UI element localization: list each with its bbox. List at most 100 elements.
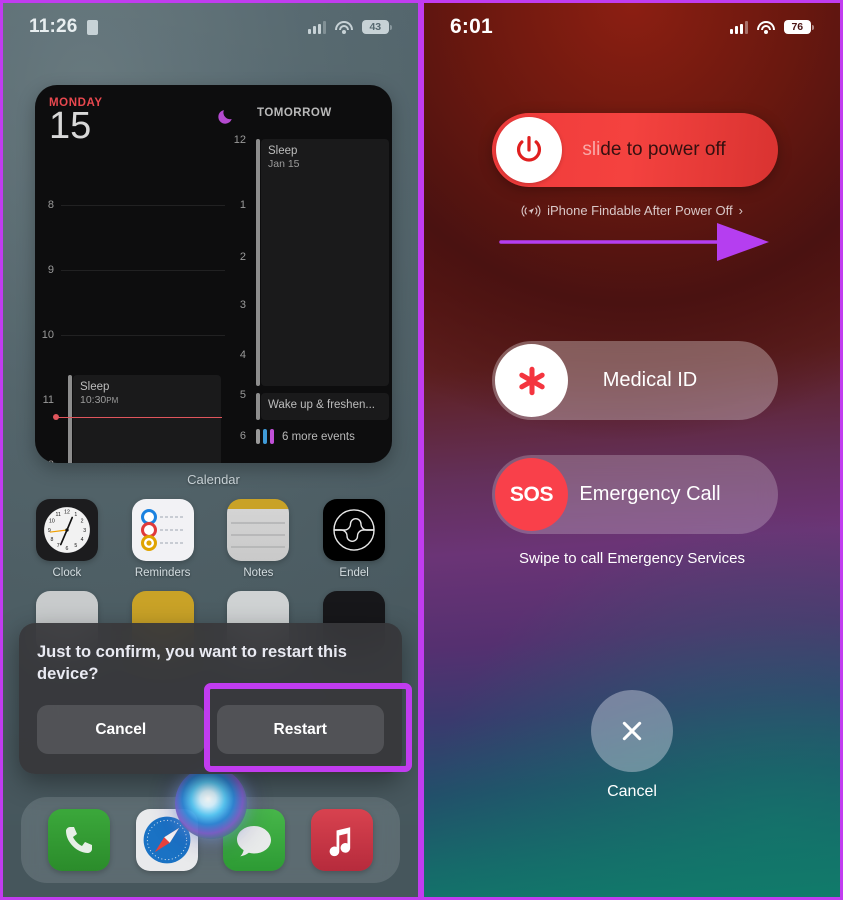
app-clock[interactable]: 12 1 2 345 678 9 10 11 Clock bbox=[32, 499, 102, 579]
more-events-row[interactable]: 6 more events bbox=[256, 429, 355, 444]
right-status-bar: 6:01 76 bbox=[424, 3, 840, 51]
music-note-icon[interactable] bbox=[311, 809, 374, 871]
svg-text:9: 9 bbox=[48, 528, 51, 534]
event-title: Sleep bbox=[268, 145, 298, 157]
swipe-hint-label: Swipe to call Emergency Services bbox=[519, 550, 745, 567]
phone-icon[interactable] bbox=[47, 809, 110, 871]
calendar-today-column: 8 9 10 11 12 Sleep 10:30PM bbox=[35, 137, 231, 463]
calendar-tomorrow-column: 12 1 2 3 4 5 6 7 Sleep Jan 15 bbox=[231, 134, 392, 463]
hour-label: 6 bbox=[239, 430, 246, 442]
annotation-arrow bbox=[499, 223, 769, 261]
event-title: Wake up & freshen... bbox=[268, 399, 375, 411]
svg-text:2: 2 bbox=[81, 519, 84, 525]
iphone-findable-row[interactable]: iPhone Findable After Power Off › bbox=[424, 203, 840, 218]
dialog-actions: Cancel Restart bbox=[37, 705, 384, 754]
hour-label: 12 bbox=[35, 459, 61, 463]
hour-label: 11 bbox=[42, 394, 54, 406]
calendar-event-wakeup[interactable]: Wake up & freshen... bbox=[261, 393, 389, 420]
siri-orb-icon[interactable] bbox=[175, 767, 247, 839]
svg-text:1: 1 bbox=[74, 512, 77, 518]
endel-icon bbox=[323, 499, 386, 561]
battery-level-label: 76 bbox=[783, 20, 811, 34]
notes-icon bbox=[227, 499, 290, 561]
reminders-icon bbox=[131, 499, 194, 561]
event-title: Sleep bbox=[80, 381, 110, 393]
svg-text:3: 3 bbox=[83, 528, 86, 534]
calendar-widget[interactable]: MONDAY 15 TOMORROW 8 9 10 11 12 bbox=[35, 85, 392, 463]
close-x-icon[interactable] bbox=[591, 690, 673, 772]
battery-cap bbox=[812, 24, 814, 30]
app-label: Notes bbox=[243, 567, 274, 579]
chevron-right-icon: › bbox=[738, 203, 743, 218]
restart-confirm-dialog: Just to confirm, you want to restart thi… bbox=[19, 623, 402, 774]
svg-text:5: 5 bbox=[74, 543, 77, 549]
cancel-button[interactable]: Cancel bbox=[37, 705, 205, 754]
cellular-bars-icon bbox=[729, 20, 748, 34]
slide-to-power-off-label: slide to power off bbox=[492, 139, 778, 161]
status-time: 11:26 bbox=[29, 16, 78, 37]
battery-indicator: 76 bbox=[783, 20, 814, 34]
calendar-event-sleep-tomorrow[interactable]: Sleep Jan 15 bbox=[261, 139, 389, 386]
crescent-moon-icon bbox=[218, 110, 232, 124]
event-date: Jan 15 bbox=[268, 158, 300, 170]
cellular-bars-icon bbox=[307, 20, 326, 34]
svg-text:7: 7 bbox=[57, 543, 60, 549]
event-color-pill bbox=[263, 429, 267, 444]
dialog-title: Just to confirm, you want to restart thi… bbox=[37, 643, 347, 683]
hour-label: 2 bbox=[239, 251, 246, 263]
hour-label: 3 bbox=[239, 299, 246, 311]
app-label: Endel bbox=[339, 567, 369, 579]
hour-label: 8 bbox=[47, 199, 54, 211]
right-phone-panel: 6:01 76 slide to power off iPhone Findab… bbox=[421, 0, 843, 900]
restart-button[interactable]: Restart bbox=[216, 705, 384, 754]
event-time: 10:30PM bbox=[80, 394, 119, 406]
left-status-bar: 11:26 43 bbox=[3, 3, 418, 51]
slider-label-dim: sli bbox=[582, 139, 601, 160]
clock-icon: 12 1 2 345 678 9 10 11 bbox=[35, 499, 98, 561]
widget-caption: Calendar bbox=[187, 472, 240, 487]
battery-cap bbox=[390, 24, 392, 30]
svg-text:11: 11 bbox=[55, 512, 60, 518]
medical-id-button[interactable]: Medical ID bbox=[492, 341, 778, 420]
more-events-label: 6 more events bbox=[282, 430, 355, 443]
hour-label: 10 bbox=[41, 329, 54, 341]
event-accent-bar bbox=[68, 375, 72, 463]
battery-indicator: 43 bbox=[361, 20, 392, 34]
status-time: 6:01 bbox=[450, 15, 493, 38]
event-accent-bar bbox=[256, 139, 260, 386]
right-status-indicators: 76 bbox=[729, 20, 814, 34]
status-time-group: 6:01 bbox=[450, 15, 493, 39]
hour-label: 4 bbox=[239, 349, 246, 361]
emergency-call-button[interactable]: SOS Emergency Call bbox=[492, 455, 778, 534]
app-notes[interactable]: Notes bbox=[223, 499, 293, 579]
cancel-action[interactable]: Cancel bbox=[424, 690, 840, 801]
calendar-widget-body: 8 9 10 11 12 Sleep 10:30PM bbox=[35, 134, 392, 463]
app-row-1: 12 1 2 345 678 9 10 11 Clock Reminders N… bbox=[3, 499, 418, 579]
findable-label: iPhone Findable After Power Off bbox=[547, 203, 733, 218]
slide-to-power-off-slider[interactable]: slide to power off bbox=[492, 113, 778, 187]
left-status-time-group: 11:26 bbox=[29, 16, 98, 38]
wifi-icon bbox=[756, 20, 775, 34]
app-reminders[interactable]: Reminders bbox=[128, 499, 198, 579]
slider-label-main: de to power off bbox=[600, 139, 726, 160]
app-endel[interactable]: Endel bbox=[319, 499, 389, 579]
svg-text:6: 6 bbox=[65, 546, 68, 552]
svg-text:10: 10 bbox=[49, 519, 55, 525]
hour-label: 12 bbox=[233, 134, 246, 146]
calendar-widget-wrapper: MONDAY 15 TOMORROW 8 9 10 11 12 bbox=[35, 85, 392, 487]
left-phone-panel: 11:26 43 MONDAY 15 TOMORROW 8 9 10 11 Sl… bbox=[0, 0, 421, 900]
current-time-line bbox=[56, 417, 222, 419]
svg-text:4: 4 bbox=[81, 537, 84, 543]
restart-dialog-overlay: Just to confirm, you want to restart thi… bbox=[19, 623, 412, 774]
findmy-broadcast-icon bbox=[521, 204, 541, 217]
svg-text:8: 8 bbox=[50, 537, 53, 543]
portrait-lock-icon bbox=[86, 19, 98, 35]
hour-label: 1 bbox=[239, 199, 246, 211]
event-color-pill bbox=[270, 429, 274, 444]
calendar-event-sleep-today[interactable]: Sleep 10:30PM bbox=[73, 375, 221, 463]
hour-label: 9 bbox=[47, 264, 54, 276]
left-status-indicators: 43 bbox=[307, 20, 392, 34]
event-accent-bar bbox=[256, 393, 260, 420]
hour-label: 5 bbox=[239, 389, 246, 401]
calendar-tomorrow-label: TOMORROW bbox=[257, 107, 332, 119]
